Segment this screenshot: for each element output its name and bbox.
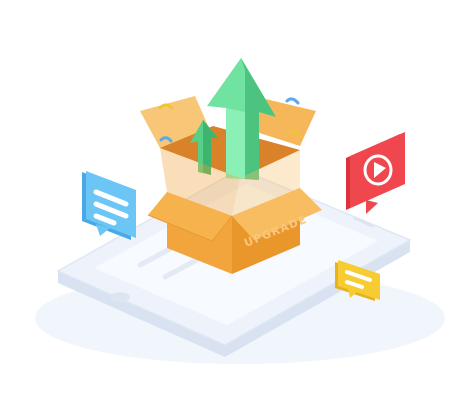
upgrade-box: UPGRADE: [140, 58, 322, 274]
play-bubble: [346, 132, 405, 214]
chat-bubble-icon: [82, 171, 136, 240]
upgrade-illustration: UPGRADE: [35, 58, 445, 364]
